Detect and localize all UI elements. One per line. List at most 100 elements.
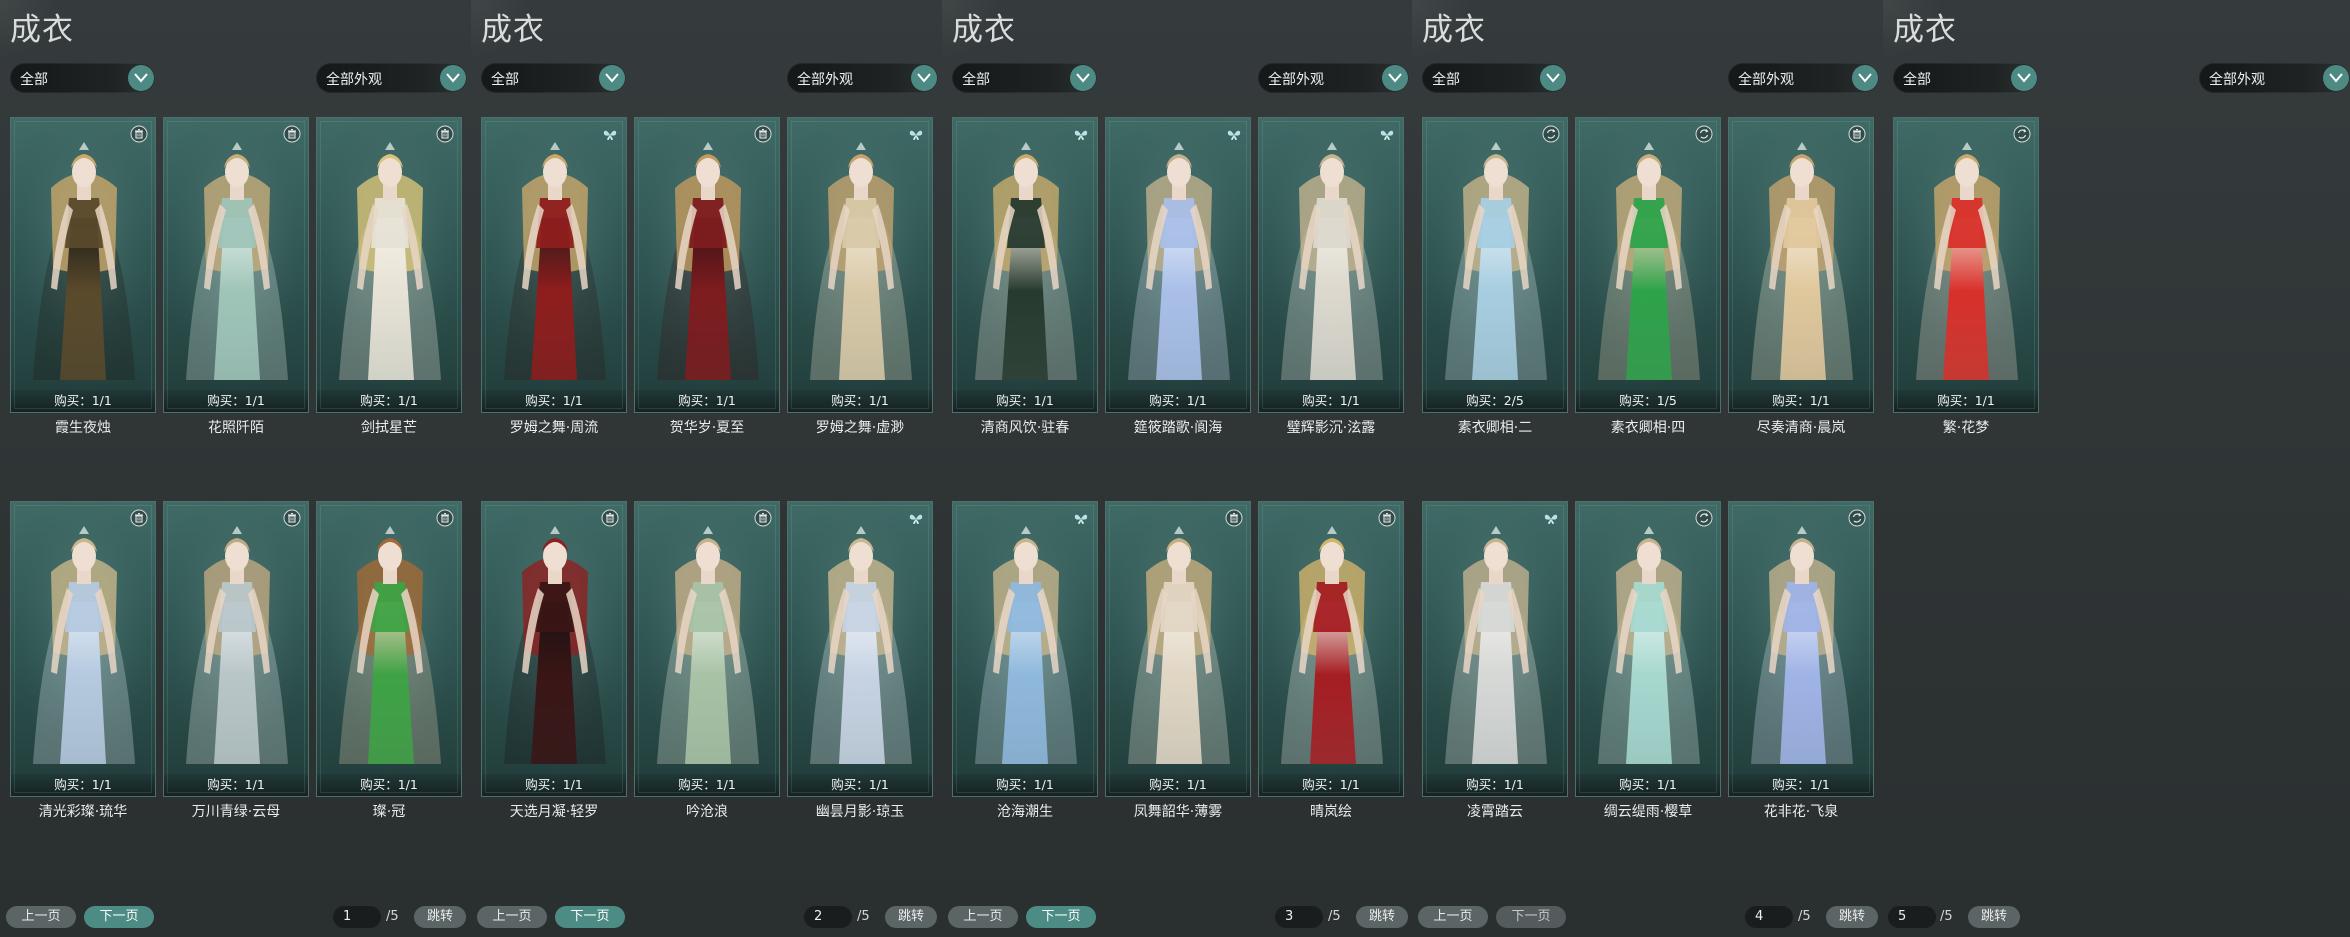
swap-icon[interactable]	[1542, 125, 1560, 143]
prev-page-button[interactable]: 上一页	[6, 906, 76, 928]
outfit-preview	[788, 502, 934, 772]
outfit-card[interactable]: 购买：1/1	[1728, 117, 1875, 413]
trash-icon[interactable]	[754, 509, 772, 527]
outfit-card[interactable]: 购买：1/1	[1105, 501, 1252, 797]
jump-button[interactable]: 跳转	[1968, 906, 2020, 928]
page-number-input[interactable]: 5	[1888, 906, 1936, 928]
outfit-card[interactable]: 购买：1/1	[10, 117, 157, 413]
trash-icon[interactable]	[130, 125, 148, 143]
appearance-select[interactable]: 全部外观	[316, 63, 468, 93]
outfit-card[interactable]: 购买：1/1	[481, 117, 628, 413]
butterfly-icon[interactable]	[1225, 125, 1243, 143]
page-number-input[interactable]: 4	[1745, 906, 1793, 928]
butterfly-icon[interactable]	[1072, 125, 1090, 143]
prev-page-button[interactable]: 上一页	[477, 906, 547, 928]
outfit-card[interactable]: 购买：1/1	[163, 501, 310, 797]
page-number-input[interactable]: 3	[1275, 906, 1323, 928]
category-select[interactable]: 全部	[10, 63, 156, 93]
outfit-card[interactable]: 购买：1/1	[952, 117, 1099, 413]
trash-icon[interactable]	[601, 509, 619, 527]
butterfly-icon[interactable]	[1378, 125, 1396, 143]
category-select[interactable]: 全部	[481, 63, 627, 93]
trash-icon[interactable]	[1848, 125, 1866, 143]
appearance-select[interactable]: 全部外观	[1258, 63, 1410, 93]
jump-button[interactable]: 跳转	[885, 906, 937, 928]
appearance-select[interactable]: 全部外观	[1728, 63, 1880, 93]
outfit-card[interactable]: 购买：1/1	[634, 501, 781, 797]
outfit-preview	[953, 502, 1099, 772]
trash-icon[interactable]	[283, 509, 301, 527]
prev-page-button[interactable]: 上一页	[948, 906, 1018, 928]
swap-icon[interactable]	[1695, 509, 1713, 527]
outfit-card[interactable]: 购买：1/1	[316, 501, 463, 797]
butterfly-icon[interactable]	[1072, 509, 1090, 527]
prev-page-button[interactable]: 上一页	[1418, 906, 1488, 928]
jump-button[interactable]: 跳转	[1356, 906, 1408, 928]
trash-icon[interactable]	[283, 125, 301, 143]
appearance-select-value: 全部外观	[797, 72, 853, 88]
outfit-card[interactable]: 购买：1/1	[1728, 501, 1875, 797]
outfit-name: 素衣卿相·二	[1457, 420, 1533, 436]
trash-icon[interactable]	[436, 509, 454, 527]
outfit-card[interactable]: 购买：1/1	[1105, 117, 1252, 413]
outfit-card[interactable]: 购买：1/1	[316, 117, 463, 413]
outfit-name: 筵筱踏歌·阆海	[1133, 420, 1223, 436]
outfit-name: 花照阡陌	[208, 420, 264, 436]
outfit-name: 沧海潮生	[997, 804, 1053, 820]
next-page-button[interactable]: 下一页	[84, 906, 154, 928]
collection-panel-4: 成衣 全部 全部外观 购买：2/5 素衣卿相·二 购买：1/5 素衣卿相·四 购买：1/1 尽奏…	[1412, 0, 1883, 937]
next-page-button[interactable]: 下一页	[555, 906, 625, 928]
category-select[interactable]: 全部	[1893, 63, 2039, 93]
purchase-count: 购买：1/1	[635, 390, 779, 412]
purchase-count: 购买：1/1	[11, 390, 155, 412]
outfit-name: 清光彩璨·琉华	[38, 804, 128, 820]
swap-icon[interactable]	[2013, 125, 2031, 143]
outfit-card[interactable]: 购买：1/5	[1575, 117, 1722, 413]
outfit-card[interactable]: 购买：1/1	[952, 501, 1099, 797]
outfit-card[interactable]: 购买：1/1	[787, 117, 934, 413]
page-number-input[interactable]: 1	[333, 906, 381, 928]
trash-icon[interactable]	[1225, 509, 1243, 527]
outfit-card[interactable]: 购买：1/1	[787, 501, 934, 797]
outfit-preview	[317, 118, 463, 388]
trash-icon[interactable]	[754, 125, 772, 143]
outfit-card[interactable]: 购买：1/1	[1422, 501, 1569, 797]
swap-icon[interactable]	[1695, 125, 1713, 143]
trash-icon[interactable]	[1378, 509, 1396, 527]
outfit-card[interactable]: 购买：1/1	[1575, 501, 1722, 797]
butterfly-icon[interactable]	[907, 125, 925, 143]
trash-icon[interactable]	[436, 125, 454, 143]
category-select[interactable]: 全部	[1422, 63, 1568, 93]
collection-panel-5: 成衣 全部 全部外观 购买：1/1 繁·花梦 5/5 跳转	[1883, 0, 2350, 937]
outfit-card[interactable]: 购买：2/5	[1422, 117, 1569, 413]
purchase-count: 购买：1/1	[788, 774, 932, 796]
next-page-button[interactable]: 下一页	[1026, 906, 1096, 928]
chevron-down-icon	[440, 65, 466, 91]
outfit-preview	[788, 118, 934, 388]
purchase-count: 购买：1/1	[317, 390, 461, 412]
butterfly-icon[interactable]	[1542, 509, 1560, 527]
butterfly-icon[interactable]	[601, 125, 619, 143]
category-select[interactable]: 全部	[952, 63, 1098, 93]
outfit-card[interactable]: 购买：1/1	[1893, 117, 2040, 413]
outfit-card[interactable]: 购买：1/1	[163, 117, 310, 413]
appearance-select[interactable]: 全部外观	[787, 63, 939, 93]
swap-icon[interactable]	[1848, 509, 1866, 527]
purchase-count: 购买：1/1	[1729, 774, 1873, 796]
outfit-preview	[1729, 502, 1875, 772]
chevron-down-icon	[1070, 65, 1096, 91]
outfit-card[interactable]: 购买：1/1	[10, 501, 157, 797]
outfit-card[interactable]: 购买：1/1	[1258, 501, 1405, 797]
appearance-select[interactable]: 全部外观	[2199, 63, 2350, 93]
purchase-count: 购买：1/1	[953, 774, 1097, 796]
next-page-button[interactable]: 下一页	[1496, 906, 1566, 928]
outfit-name: 霞生夜烛	[55, 420, 111, 436]
outfit-card[interactable]: 购买：1/1	[481, 501, 628, 797]
outfit-card[interactable]: 购买：1/1	[1258, 117, 1405, 413]
jump-button[interactable]: 跳转	[414, 906, 466, 928]
page-number-input[interactable]: 2	[804, 906, 852, 928]
trash-icon[interactable]	[130, 509, 148, 527]
outfit-card[interactable]: 购买：1/1	[634, 117, 781, 413]
jump-button[interactable]: 跳转	[1826, 906, 1878, 928]
butterfly-icon[interactable]	[907, 509, 925, 527]
